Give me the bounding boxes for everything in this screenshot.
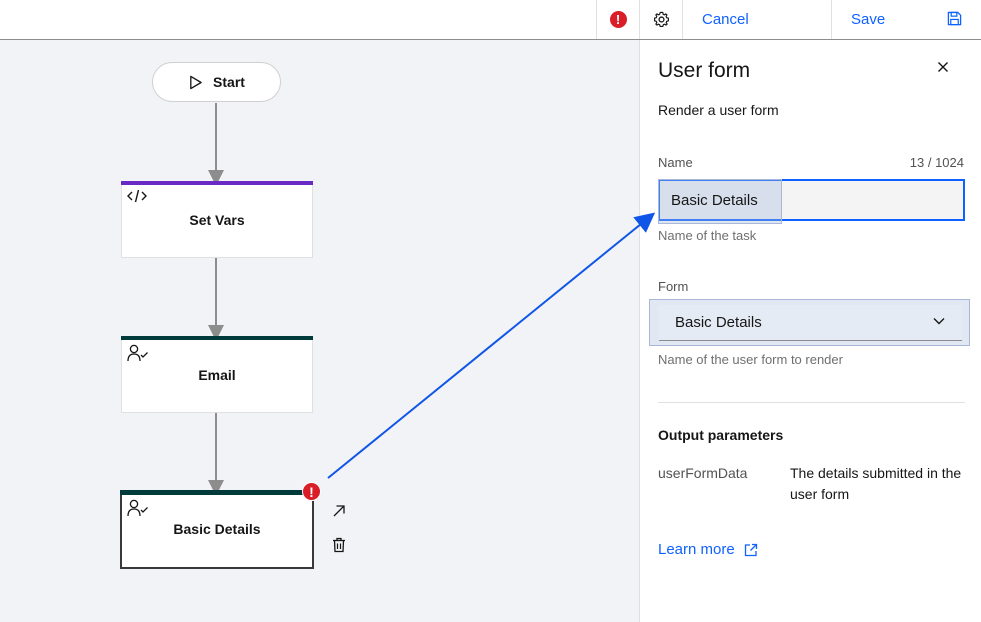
output-param-name: userFormData (658, 465, 748, 481)
task-accent-bar (120, 490, 314, 495)
panel-description: Render a user form (658, 102, 779, 118)
gear-icon (653, 11, 669, 27)
flow-connectors (208, 103, 224, 496)
task-label: Basic Details (173, 521, 261, 537)
close-icon (938, 62, 948, 72)
code-icon (127, 189, 147, 203)
task-label: Email (198, 367, 236, 383)
panel-title: User form (658, 59, 751, 82)
task-accent-bar (121, 336, 313, 340)
output-param-description: The details submitted in the user form (790, 465, 962, 502)
close-panel-button[interactable] (933, 57, 953, 77)
error-indicator[interactable]: ! (596, 0, 639, 39)
name-field-value: Basic Details (671, 191, 758, 209)
error-icon: ! (609, 11, 627, 28)
user-check-icon (127, 499, 148, 517)
chevron-down-icon (933, 318, 945, 325)
output-parameters-heading: Output parameters (658, 427, 784, 443)
learn-more-link[interactable]: Learn more (658, 541, 758, 558)
save-icon (947, 11, 962, 26)
task-node-basic-details[interactable]: Basic Details (120, 490, 314, 569)
cancel-button[interactable]: Cancel (682, 0, 831, 39)
name-field[interactable]: Basic Details (658, 179, 965, 224)
form-label: Form (658, 279, 689, 294)
flow-canvas[interactable]: Start Set Vars Email Basic Details ! (0, 40, 639, 622)
delete-task-button[interactable] (330, 536, 348, 554)
section-divider (658, 402, 965, 403)
task-accent-bar (121, 181, 313, 185)
trash-icon (333, 537, 345, 553)
cancel-label: Cancel (702, 11, 749, 28)
name-label: Name (658, 155, 693, 170)
launch-icon (744, 543, 757, 556)
save-button[interactable]: Save (831, 0, 981, 39)
name-char-count: 13 / 1024 (909, 155, 964, 170)
task-node-set-vars[interactable]: Set Vars (121, 181, 313, 258)
user-check-icon (127, 344, 148, 362)
arrow-up-right-icon (333, 505, 345, 517)
play-icon (190, 75, 202, 89)
top-toolbar: ! Cancel Save (0, 0, 981, 40)
form-helper-text: Name of the user form to render (658, 352, 843, 367)
task-label: Set Vars (189, 212, 245, 228)
form-select[interactable]: Basic Details (649, 299, 970, 346)
open-task-button[interactable] (330, 502, 348, 520)
name-helper-text: Name of the task (658, 228, 757, 243)
form-select-value: Basic Details (675, 314, 762, 331)
task-node-email[interactable]: Email (121, 336, 313, 413)
save-label: Save (851, 11, 886, 28)
learn-more-label: Learn more (658, 541, 735, 558)
properties-panel: User form Render a user form Name 13 / 1… (639, 40, 981, 622)
task-error-icon: ! (302, 482, 321, 501)
start-node[interactable]: Start (152, 62, 281, 102)
settings-button[interactable] (639, 0, 682, 39)
start-label: Start (213, 74, 245, 90)
